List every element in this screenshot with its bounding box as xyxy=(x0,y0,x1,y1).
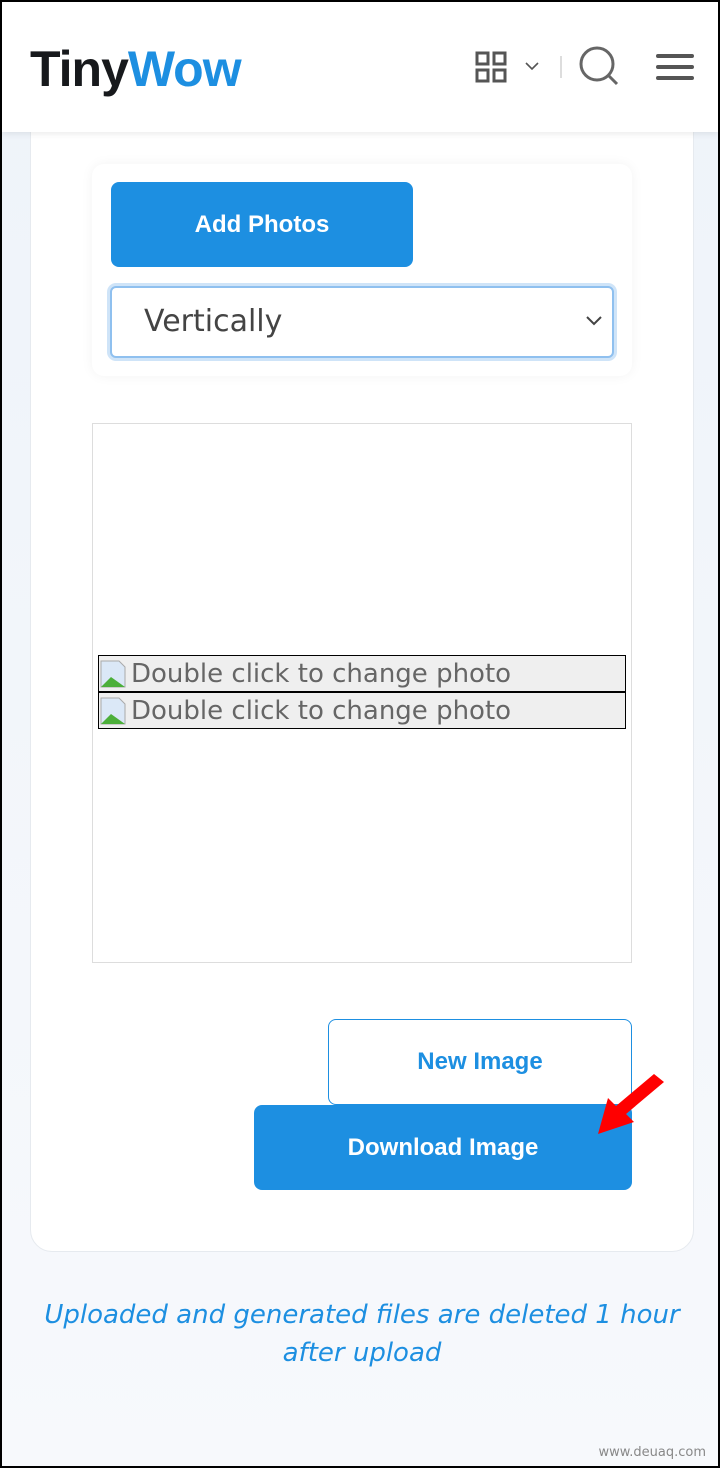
photo-alt-text: Double click to change photo xyxy=(131,658,512,689)
search-icon[interactable] xyxy=(578,45,620,87)
red-arrow-annotation-icon xyxy=(598,1074,664,1134)
logo[interactable]: TinyWow xyxy=(30,40,242,98)
broken-image-icon xyxy=(100,660,126,687)
chevron-down-icon[interactable] xyxy=(524,58,540,74)
grid-icon[interactable] xyxy=(475,51,507,83)
divider xyxy=(560,56,562,78)
watermark: www.deuaq.com xyxy=(598,1445,706,1460)
photo-slot[interactable]: Double click to change photo xyxy=(98,692,626,729)
site-header: TinyWow xyxy=(2,2,718,132)
download-image-button[interactable]: Download Image xyxy=(254,1105,632,1190)
broken-image-icon xyxy=(100,697,126,724)
menu-icon[interactable] xyxy=(656,54,694,80)
direction-select-value: Vertically xyxy=(144,304,283,339)
direction-select[interactable]: Vertically xyxy=(110,286,614,358)
chevron-down-icon xyxy=(586,316,602,326)
new-image-button[interactable]: New Image xyxy=(328,1019,632,1105)
file-deletion-note: Uploaded and generated files are deleted… xyxy=(44,1300,680,1368)
add-photos-button[interactable]: Add Photos xyxy=(111,182,413,267)
photo-slot[interactable]: Double click to change photo xyxy=(98,655,626,692)
logo-part-wow: Wow xyxy=(127,41,242,97)
logo-part-tiny: Tiny xyxy=(30,41,129,97)
photo-alt-text: Double click to change photo xyxy=(131,695,512,726)
